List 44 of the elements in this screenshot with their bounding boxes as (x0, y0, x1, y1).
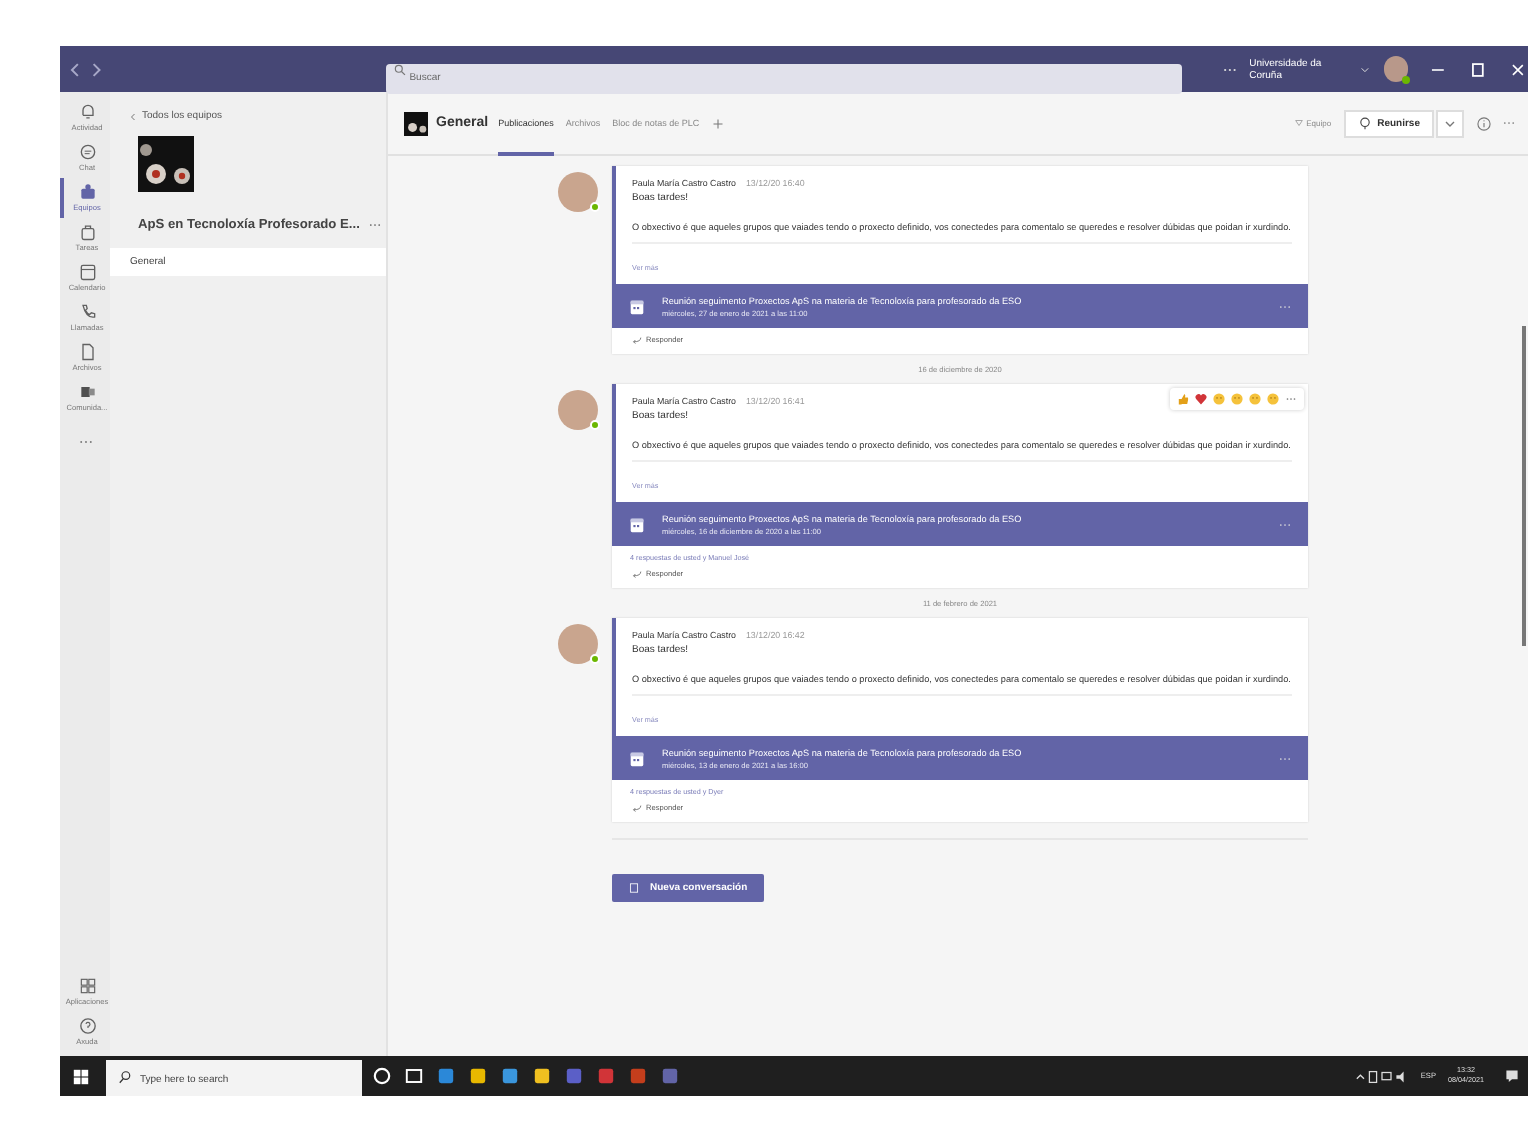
caret-icon[interactable] (1436, 109, 1464, 137)
chevron-left-icon[interactable] (130, 111, 136, 121)
taskbar-app-icon[interactable] (498, 1064, 522, 1088)
calendar-icon (628, 515, 646, 533)
calendar-icon (628, 297, 646, 315)
phone-icon (77, 302, 97, 322)
calendar-icon (628, 749, 646, 767)
gears-picture (138, 136, 194, 192)
file-icon (77, 342, 97, 362)
windows-logo-icon[interactable] (72, 1067, 90, 1085)
search-icon (118, 1069, 132, 1083)
calendar-icon (77, 262, 97, 282)
search-icon (393, 63, 406, 75)
bag-icon (77, 222, 97, 242)
info-icon[interactable] (1476, 115, 1492, 131)
heart-icon[interactable] (1194, 392, 1208, 406)
emoji-face-icon[interactable] (1212, 392, 1226, 406)
caret-icon[interactable] (1359, 65, 1370, 73)
maximize-icon[interactable] (1468, 59, 1489, 79)
help-icon (77, 1016, 97, 1036)
emoji-face-icon[interactable] (1248, 392, 1262, 406)
apps-icon (77, 976, 97, 996)
compose-icon (628, 882, 640, 894)
thumbs-up-icon[interactable] (1176, 392, 1190, 406)
reply-arrow-icon (630, 336, 642, 344)
emoji-face-icon[interactable] (1266, 392, 1280, 406)
emoji-face-icon[interactable] (1230, 392, 1244, 406)
notifications-icon[interactable] (1504, 1068, 1520, 1084)
user-avatar[interactable] (1383, 56, 1409, 82)
reply-arrow-icon (630, 570, 642, 578)
reply-arrow-icon (630, 804, 642, 812)
taskbar-app-icon[interactable] (434, 1064, 458, 1088)
gears-picture (404, 111, 428, 135)
add-tab-icon[interactable] (711, 117, 724, 129)
chat-icon (77, 142, 97, 162)
funnel-icon (1294, 118, 1305, 128)
close-icon[interactable] (1508, 59, 1528, 79)
bell-icon (77, 102, 97, 122)
taskbar-app-icon[interactable] (530, 1064, 554, 1088)
task-view-icon[interactable] (402, 1064, 426, 1088)
people-icon (77, 182, 97, 202)
taskbar-app-icon[interactable] (466, 1064, 490, 1088)
community-icon (77, 382, 97, 402)
scrollbar[interactable] (1522, 326, 1526, 646)
